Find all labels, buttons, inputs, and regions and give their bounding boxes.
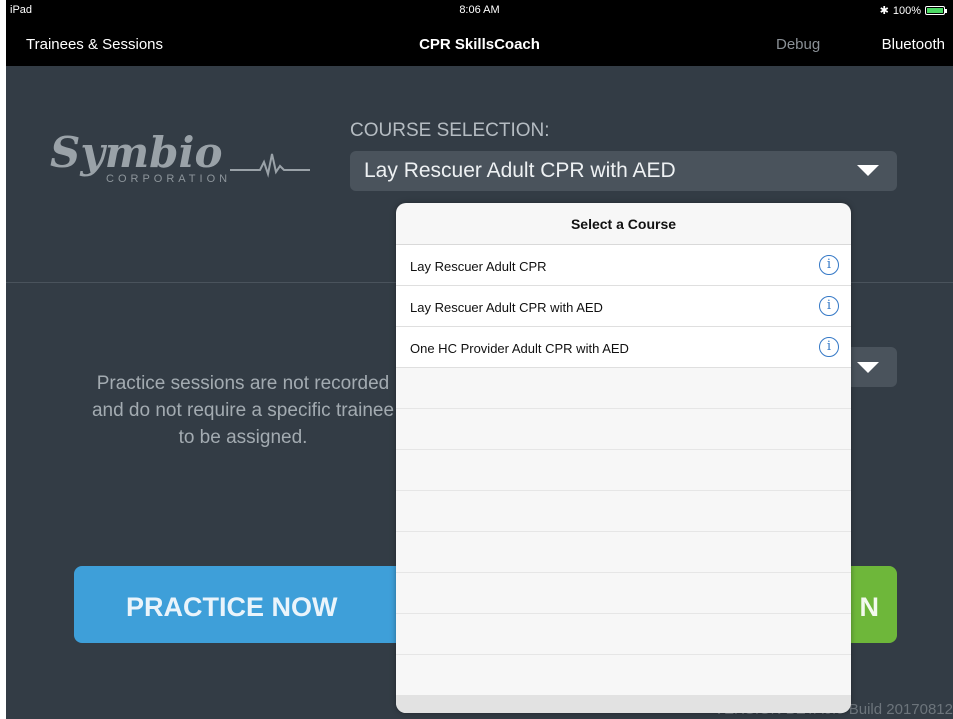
course-dropdown[interactable]: Lay Rescuer Adult CPR with AED bbox=[350, 151, 897, 191]
empty-row bbox=[396, 491, 851, 532]
bluetooth-button[interactable]: Bluetooth bbox=[882, 36, 945, 53]
chevron-down-icon bbox=[857, 165, 879, 176]
battery-status: ✱ 100% bbox=[879, 4, 947, 17]
course-dropdown-value: Lay Rescuer Adult CPR with AED bbox=[364, 159, 676, 182]
popover-title: Select a Course bbox=[396, 203, 851, 245]
empty-row bbox=[396, 532, 851, 573]
status-bar: iPad 8:06 AM ✱ 100% bbox=[6, 0, 953, 22]
logo-word: Symbio bbox=[50, 128, 223, 177]
empty-row bbox=[396, 368, 851, 409]
info-icon[interactable]: i bbox=[819, 296, 839, 316]
course-option-label: Lay Rescuer Adult CPR with AED bbox=[410, 300, 603, 315]
heartbeat-icon bbox=[230, 153, 310, 178]
empty-row bbox=[396, 573, 851, 614]
course-option-label: One HC Provider Adult CPR with AED bbox=[410, 341, 629, 356]
clock: 8:06 AM bbox=[459, 4, 500, 16]
empty-row bbox=[396, 450, 851, 491]
course-option[interactable]: One HC Provider Adult CPR with AED i bbox=[396, 327, 851, 368]
course-popover: Select a Course Lay Rescuer Adult CPR i … bbox=[396, 203, 851, 713]
course-option[interactable]: Lay Rescuer Adult CPR i bbox=[396, 245, 851, 286]
nav-bar: Trainees & Sessions CPR SkillsCoach Debu… bbox=[6, 22, 953, 66]
empty-row bbox=[396, 409, 851, 450]
popover-footer bbox=[396, 695, 851, 713]
info-icon[interactable]: i bbox=[819, 255, 839, 275]
course-option[interactable]: Lay Rescuer Adult CPR with AED i bbox=[396, 286, 851, 327]
info-icon[interactable]: i bbox=[819, 337, 839, 357]
app-screen: iPad 8:06 AM ✱ 100% Trainees & Sessions … bbox=[6, 0, 953, 719]
battery-percent: 100% bbox=[892, 4, 921, 17]
logo-subtitle: CORPORATION bbox=[106, 173, 232, 185]
practice-note: Practice sessions are not recorded and d… bbox=[91, 373, 395, 448]
course-selection-label: COURSE SELECTION: bbox=[350, 120, 550, 141]
trainee-dropdown[interactable] bbox=[846, 347, 897, 387]
battery-icon bbox=[925, 6, 947, 15]
debug-button[interactable]: Debug bbox=[776, 36, 820, 53]
chevron-down-icon bbox=[857, 362, 879, 373]
empty-row bbox=[396, 614, 851, 655]
bluetooth-icon: ✱ bbox=[879, 5, 889, 17]
symbio-logo: Symbio CORPORATION bbox=[50, 128, 310, 185]
course-option-label: Lay Rescuer Adult CPR bbox=[410, 259, 547, 274]
